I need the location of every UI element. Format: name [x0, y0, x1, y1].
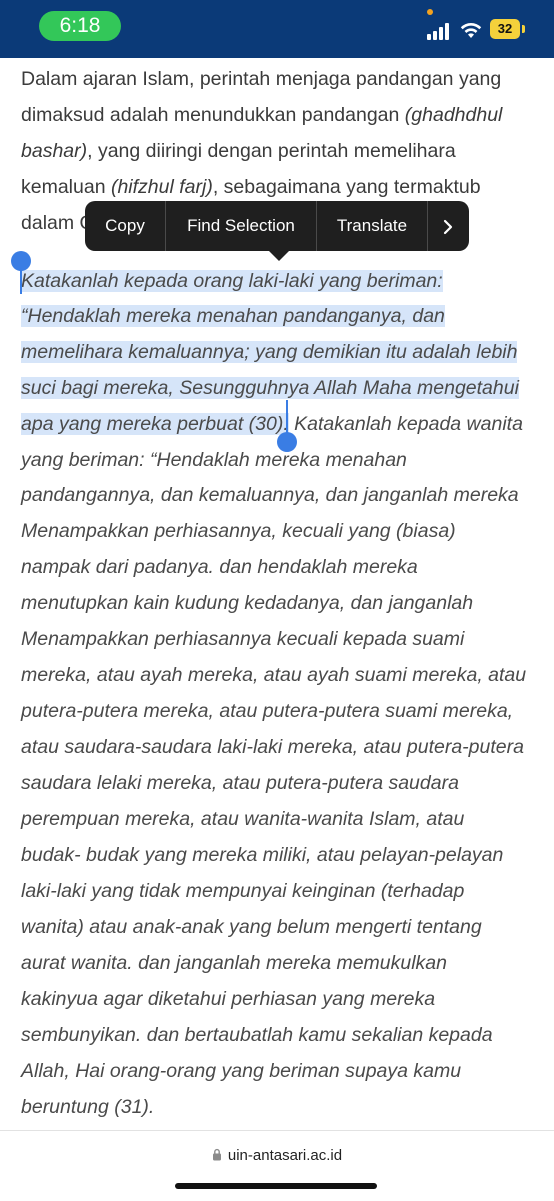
status-time: 6:18 — [39, 11, 121, 41]
battery-tip — [522, 25, 525, 33]
quote-line: beruntung (31). — [21, 1096, 155, 1118]
quote-line: putera-putera mereka, atau putera-putera… — [21, 700, 514, 722]
article-line: dimaksud adalah menundukkan pandangan (g… — [21, 104, 503, 126]
quote-line: sembunyikan. dan bertaubatlah kamu sekal… — [21, 1024, 493, 1046]
copy-button[interactable]: Copy — [85, 201, 165, 251]
find-selection-button[interactable]: Find Selection — [166, 201, 316, 251]
text-selection-menu: Copy Find Selection Translate — [85, 201, 469, 251]
camera-indicator-icon — [427, 9, 433, 15]
quote-line: Menampakkan perhiasannya kecuali kepada … — [21, 628, 465, 650]
quote-line: perempuan mereka, atau wanita-wanita Isl… — [21, 808, 465, 830]
selection-end-handle[interactable] — [277, 432, 297, 452]
selection-end-caret — [286, 400, 288, 434]
home-indicator[interactable] — [175, 1183, 377, 1189]
wifi-icon — [460, 22, 482, 38]
quote-line: aurat wanita. dan janganlah mereka memuk… — [21, 952, 448, 974]
article-line: bashar), yang diiringi dengan perintah m… — [21, 140, 456, 162]
quote-line: atau saudara-saudara laki-laki mereka, a… — [21, 736, 524, 758]
status-bar: 6:18 32 — [0, 0, 554, 58]
quote-line: laki-laki yang tidak mempunyai keinginan… — [21, 880, 465, 902]
selection-start-caret — [20, 264, 22, 294]
quote-line: saudara lelaki mereka, atau putera-puter… — [21, 772, 459, 794]
selected-quote-line[interactable]: memelihara kemaluannya; yang demikian it… — [21, 334, 541, 370]
battery-icon: 32 — [490, 19, 520, 39]
quote-line: Allah, Hai orang-orang yang beriman supa… — [21, 1060, 462, 1082]
cellular-signal-icon — [427, 22, 453, 40]
quote-line: Menampakkan perhiasannya, kecuali yang (… — [21, 520, 456, 542]
more-options-button[interactable] — [428, 201, 468, 251]
quote-line: menutupkan kain kudung kedadanya, dan ja… — [21, 592, 474, 614]
chevron-right-icon — [443, 219, 453, 234]
quote-line: mereka, atau ayah mereka, atau ayah suam… — [21, 664, 527, 686]
selected-quote-line[interactable]: suci bagi mereka, Sesungguhnya Allah Mah… — [21, 370, 541, 406]
address-bar[interactable]: uin-antasari.ac.id — [0, 1130, 554, 1201]
menu-pointer — [268, 250, 290, 261]
quote-line: budak- budak yang mereka miliki, atau pe… — [21, 844, 504, 866]
selected-quote-line[interactable]: Katakanlah kepada orang laki-laki yang b… — [21, 263, 541, 299]
translate-button[interactable]: Translate — [317, 201, 427, 251]
lock-icon — [212, 1148, 221, 1161]
article-line: Dalam ajaran Islam, perintah menjaga pan… — [21, 68, 502, 90]
quote-line: nampak dari padanya. dan hendaklah merek… — [21, 556, 418, 578]
quote-line: wanita) atau anak-anak yang belum menger… — [21, 916, 482, 938]
address-url[interactable]: uin-antasari.ac.id — [0, 1147, 554, 1164]
quote-line: pandangannya, dan kemaluannya, dan janga… — [21, 484, 519, 506]
article-line: kemaluan (hifzhul farj), sebagaimana yan… — [21, 176, 481, 198]
url-text: uin-antasari.ac.id — [227, 1147, 343, 1164]
quote-line: kakinyua agar diketahui perhiasan yang m… — [21, 988, 436, 1010]
selected-quote-line[interactable]: “Hendaklah mereka menahan pandanganya, d… — [21, 298, 541, 334]
